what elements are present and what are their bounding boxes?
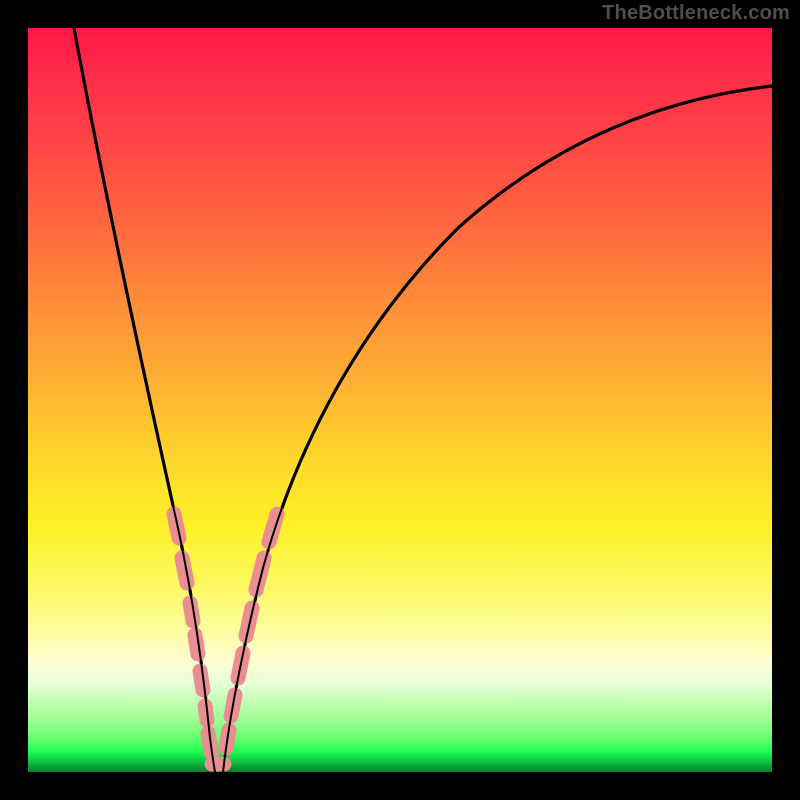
bead [256,558,264,590]
curve-layer [28,28,772,772]
curve-right-branch-top [223,86,772,772]
curve-left-branch-top [74,28,215,772]
outer-frame: TheBottleneck.com [0,0,800,800]
plot-area [28,28,772,772]
watermark-text: TheBottleneck.com [602,2,790,25]
highlight-beads [174,514,277,764]
curve-right-branch [223,86,772,772]
